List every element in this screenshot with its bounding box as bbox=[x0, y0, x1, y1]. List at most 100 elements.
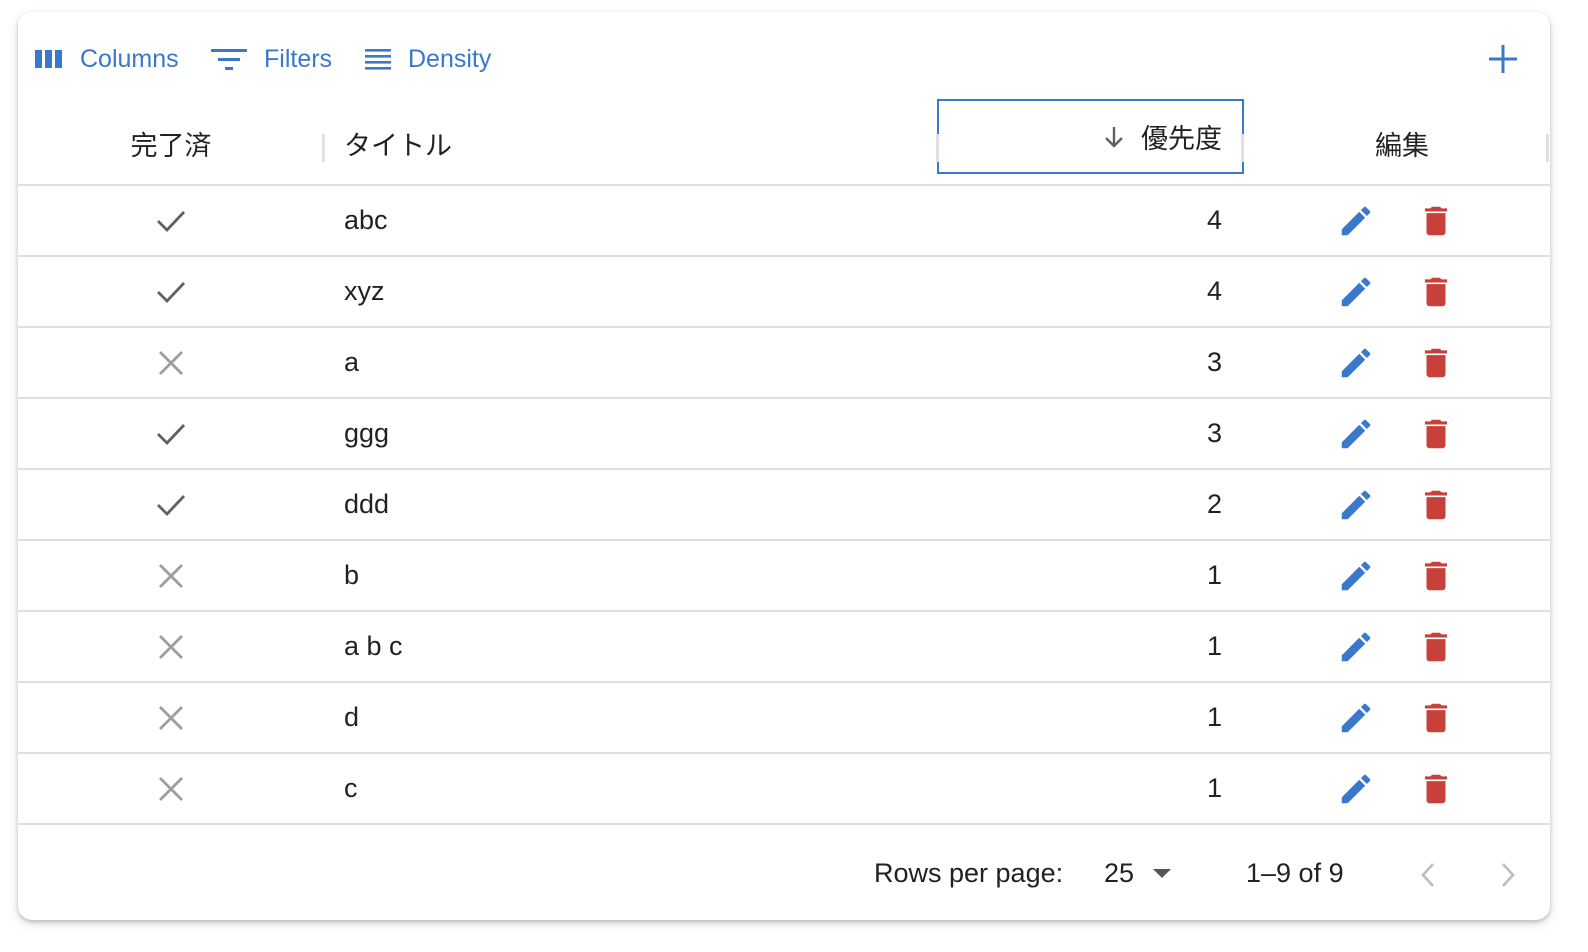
edit-button[interactable] bbox=[1336, 612, 1376, 681]
delete-button[interactable] bbox=[1416, 186, 1456, 255]
done-cell bbox=[18, 470, 324, 539]
columns-label: Columns bbox=[80, 44, 179, 73]
filters-button[interactable]: Filters bbox=[210, 42, 332, 76]
title-cell: d bbox=[344, 702, 360, 732]
edit-button[interactable] bbox=[1336, 541, 1376, 610]
edit-button[interactable] bbox=[1336, 754, 1376, 823]
priority-cell: 1 bbox=[1206, 773, 1222, 803]
density-label: Density bbox=[408, 44, 492, 73]
rows-per-page-select[interactable]: 25 bbox=[1104, 858, 1172, 889]
table-row[interactable]: b1 bbox=[18, 541, 1550, 612]
done-cell bbox=[18, 399, 324, 468]
column-separator[interactable] bbox=[936, 134, 939, 162]
grid-header: 完了済 タイトル 優先度 編集 bbox=[18, 99, 1550, 186]
edit-button[interactable] bbox=[1336, 257, 1376, 326]
pencil-icon bbox=[1341, 206, 1371, 235]
rows-per-page-label: Rows per page: bbox=[874, 858, 1064, 888]
pencil-icon bbox=[1341, 561, 1371, 590]
pencil-icon bbox=[1341, 348, 1371, 377]
close-icon bbox=[159, 634, 183, 659]
title-cell: xyz bbox=[344, 276, 385, 306]
pencil-icon bbox=[1341, 632, 1371, 661]
caret-down-icon bbox=[1153, 868, 1172, 878]
trash-icon bbox=[1424, 277, 1448, 306]
column-separator[interactable] bbox=[1241, 134, 1244, 162]
arrow-down-icon[interactable] bbox=[1101, 124, 1127, 150]
edit-button[interactable] bbox=[1336, 186, 1376, 255]
edit-button[interactable] bbox=[1336, 399, 1376, 468]
column-header-edit-label: 編集 bbox=[1375, 130, 1429, 161]
columns-icon bbox=[35, 50, 62, 68]
done-cell bbox=[18, 683, 324, 752]
close-icon bbox=[159, 705, 183, 730]
column-separator[interactable] bbox=[1546, 134, 1549, 162]
check-icon bbox=[157, 210, 186, 232]
delete-button[interactable] bbox=[1416, 683, 1456, 752]
trash-icon bbox=[1424, 703, 1448, 732]
delete-button[interactable] bbox=[1416, 328, 1456, 397]
chevron-left-icon bbox=[1421, 863, 1434, 887]
column-header-done-label: 完了済 bbox=[130, 130, 212, 161]
done-cell bbox=[18, 257, 324, 326]
trash-icon bbox=[1424, 490, 1448, 519]
delete-button[interactable] bbox=[1416, 470, 1456, 539]
delete-button[interactable] bbox=[1416, 612, 1456, 681]
title-cell: abc bbox=[344, 205, 388, 235]
table-row[interactable]: abc 4 bbox=[18, 186, 1550, 257]
priority-cell: 3 bbox=[1206, 418, 1222, 448]
done-cell bbox=[18, 541, 324, 610]
column-header-priority-label: 優先度 bbox=[1141, 124, 1222, 154]
column-separator[interactable] bbox=[322, 134, 325, 162]
delete-button[interactable] bbox=[1416, 399, 1456, 468]
title-cell: a bbox=[344, 347, 360, 377]
check-icon bbox=[157, 281, 186, 303]
edit-button[interactable] bbox=[1336, 683, 1376, 752]
table-row[interactable]: d1 bbox=[18, 683, 1550, 754]
trash-icon bbox=[1424, 348, 1448, 377]
priority-cell: 3 bbox=[1206, 347, 1222, 377]
close-icon bbox=[159, 776, 183, 801]
trash-icon bbox=[1424, 419, 1448, 448]
previous-page-button[interactable] bbox=[1414, 860, 1444, 890]
table-row[interactable]: xyz 4 bbox=[18, 257, 1550, 328]
table-row[interactable]: ggg 3 bbox=[18, 399, 1550, 470]
title-cell: a b c bbox=[344, 631, 403, 661]
priority-cell: 1 bbox=[1206, 702, 1222, 732]
priority-cell: 1 bbox=[1206, 631, 1222, 661]
pencil-icon bbox=[1341, 419, 1371, 448]
check-icon bbox=[157, 423, 186, 445]
edit-button[interactable] bbox=[1336, 470, 1376, 539]
delete-button[interactable] bbox=[1416, 754, 1456, 823]
column-header-done[interactable]: 完了済 bbox=[18, 100, 324, 186]
density-button[interactable]: Density bbox=[364, 42, 491, 76]
table-row[interactable]: ddd 2 bbox=[18, 470, 1550, 541]
title-cell: ddd bbox=[344, 489, 390, 519]
title-cell: c bbox=[344, 773, 358, 803]
filter-icon bbox=[211, 49, 247, 70]
density-icon bbox=[365, 49, 391, 70]
next-page-button[interactable] bbox=[1492, 860, 1522, 890]
add-button[interactable] bbox=[1486, 42, 1520, 76]
pagination-range: 1–9 of 9 bbox=[1246, 858, 1344, 888]
done-cell bbox=[18, 186, 324, 255]
priority-cell: 4 bbox=[1206, 276, 1222, 306]
filters-label: Filters bbox=[264, 44, 333, 73]
edit-button[interactable] bbox=[1336, 328, 1376, 397]
delete-button[interactable] bbox=[1416, 257, 1456, 326]
check-icon bbox=[157, 494, 186, 516]
table-row[interactable]: c1 bbox=[18, 754, 1550, 825]
column-header-priority[interactable]: 優先度 bbox=[937, 99, 1244, 174]
trash-icon bbox=[1424, 774, 1448, 803]
table-row[interactable]: a3 bbox=[18, 328, 1550, 399]
trash-icon bbox=[1424, 206, 1448, 235]
rows-per-page-value: 25 bbox=[1104, 858, 1135, 888]
done-cell bbox=[18, 328, 324, 397]
title-cell: b bbox=[344, 560, 360, 590]
delete-button[interactable] bbox=[1416, 541, 1456, 610]
columns-button[interactable]: Columns bbox=[34, 42, 179, 76]
table-row[interactable]: a b c 1 bbox=[18, 612, 1550, 683]
priority-cell: 2 bbox=[1206, 489, 1222, 519]
done-cell bbox=[18, 612, 324, 681]
column-header-title[interactable]: タイトル bbox=[344, 100, 934, 186]
trash-icon bbox=[1424, 632, 1448, 661]
